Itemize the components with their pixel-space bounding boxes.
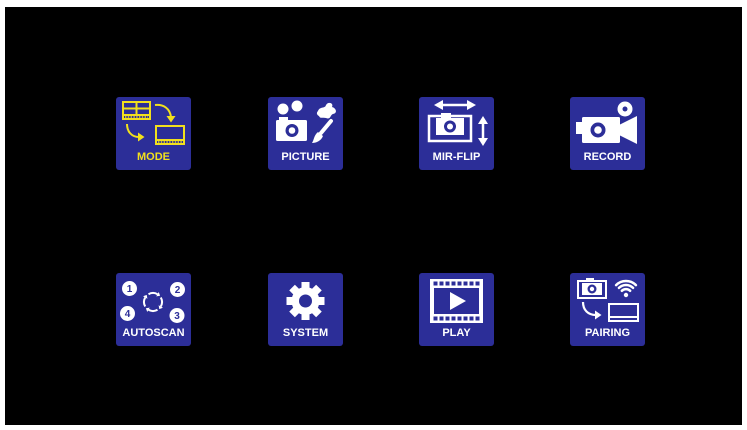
autoscan-step-3: 3 [174,311,180,322]
autoscan-cycle-icon: 1 2 3 4 [120,281,185,323]
menu-item-label: MODE [137,151,170,163]
menu-item-picture[interactable]: PICTURE [268,97,343,170]
autoscan-step-1: 1 [127,284,133,295]
video-camera-icon [576,101,637,144]
menu-item-system[interactable]: SYSTEM [268,273,343,346]
menu-item-mir-flip[interactable]: MIR-FLIP [419,97,494,170]
autoscan-step-2: 2 [175,285,181,296]
menu-item-pairing[interactable]: PAIRING [570,273,645,346]
menu-item-mode[interactable]: MODE [116,97,191,170]
menu-item-label: PAIRING [584,327,631,339]
wifi-pairing-icon [577,278,639,322]
menu-item-label: PLAY [442,327,471,339]
menu-item-label: MIR-FLIP [432,151,481,163]
menu-item-play[interactable]: PLAY [419,273,494,346]
film-play-icon [430,279,483,323]
gear-icon [286,282,325,320]
menu-item-record[interactable]: RECORD [570,97,645,170]
mode-icon [122,101,185,145]
picture-icon [276,100,336,143]
menu-item-label: RECORD [583,151,632,163]
menu-screen: MODE PICTURE MIR-FLIP RECORD 1 2 3 4 AUT… [5,7,742,425]
menu-item-label: PICTURE [281,151,330,163]
mirror-flip-icon [427,100,488,146]
menu-item-label: SYSTEM [282,327,329,339]
menu-item-label: AUTOSCAN [122,327,185,339]
menu-item-autoscan[interactable]: 1 2 3 4 AUTOSCAN [116,273,191,346]
autoscan-step-4: 4 [125,309,131,320]
